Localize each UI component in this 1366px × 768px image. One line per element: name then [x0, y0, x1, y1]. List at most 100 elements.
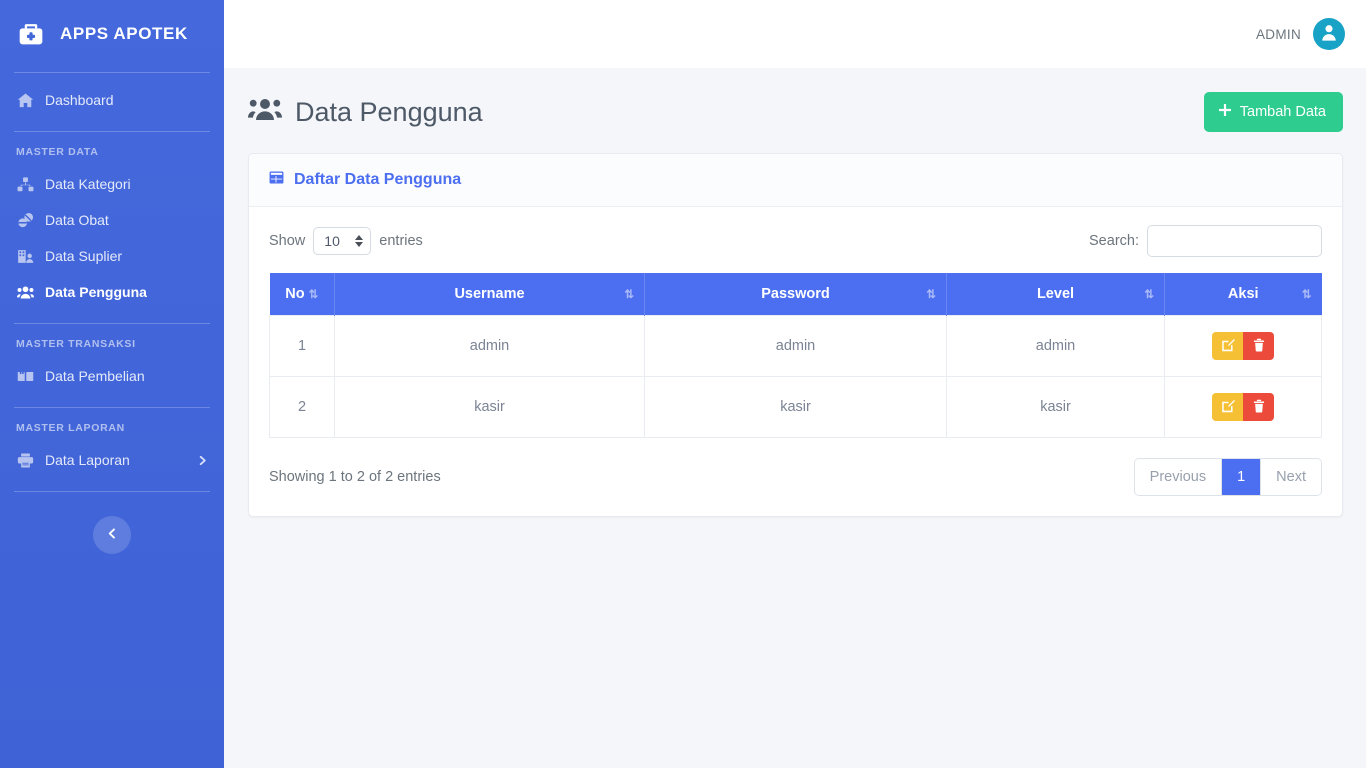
entries-select[interactable]: 10 [313, 227, 372, 255]
topbar-username: ADMIN [1256, 26, 1301, 42]
sort-updown-icon: ⇅ [624, 289, 634, 301]
sort-updown-icon: ⇅ [1144, 289, 1154, 301]
sidebar-section-master-data: MASTER DATA [16, 146, 99, 158]
sidebar-item-label: Data Kategori [45, 176, 131, 192]
trash-icon [1252, 399, 1266, 416]
column-label: Username [454, 286, 525, 302]
table-info: Showing 1 to 2 of 2 entries [269, 469, 441, 485]
sidebar-item-label: Data Laporan [45, 452, 130, 468]
column-header-no[interactable]: No ⇅ [269, 273, 335, 316]
main-area: ADMIN Data Pengguna Tambah Data Daftar D… [224, 0, 1366, 768]
datatable-controls: Show 10 entries Search: [269, 225, 1322, 257]
book-open-icon [16, 367, 34, 385]
table-row: 2 kasir kasir kasir [269, 376, 1322, 438]
app-root: APPS APOTEK Dashboard MASTER DATA Data K… [0, 0, 1366, 768]
table-header-row: No ⇅ Username ⇅ Password ⇅ Level ⇅ Aksi … [269, 273, 1322, 316]
entries-select-value: 10 [324, 233, 340, 249]
home-icon [16, 91, 34, 109]
pagination-page-1[interactable]: 1 [1222, 459, 1262, 495]
pagination-previous[interactable]: Previous [1134, 459, 1223, 495]
building-user-icon [16, 247, 34, 265]
edit-button[interactable] [1212, 393, 1243, 421]
column-label: Level [1036, 286, 1075, 302]
pagination-next[interactable]: Next [1261, 459, 1321, 495]
sidebar-section-master-transaksi: MASTER TRANSAKSI [16, 338, 136, 350]
sidebar-divider-5 [14, 491, 210, 492]
user-circle-icon [1319, 22, 1339, 47]
column-header-level[interactable]: Level ⇅ [946, 273, 1165, 316]
row-action-group [1212, 393, 1274, 421]
sidebar-item-label: Data Pembelian [45, 368, 145, 384]
sidebar-item-data-suplier[interactable]: Data Suplier [0, 238, 224, 274]
sidebar-item-data-pembelian[interactable]: Data Pembelian [0, 358, 224, 394]
cell-aksi [1164, 315, 1322, 377]
page-header: Data Pengguna Tambah Data [248, 92, 1343, 132]
search-label: Search: [1089, 233, 1139, 249]
users-icon [16, 283, 34, 301]
edit-pencil-square-icon [1221, 399, 1235, 416]
column-label: No [285, 286, 305, 302]
sidebar-item-label: Data Obat [45, 212, 109, 228]
sidebar-section-master-laporan: MASTER LAPORAN [16, 422, 125, 434]
page-title: Data Pengguna [248, 96, 483, 129]
column-label: Password [761, 286, 830, 302]
trash-icon [1252, 338, 1266, 355]
cell-username: kasir [334, 376, 645, 438]
brand[interactable]: APPS APOTEK [0, 0, 224, 68]
avatar[interactable] [1313, 18, 1345, 50]
cell-password: admin [644, 315, 947, 377]
length-label-after: entries [379, 233, 423, 249]
cubes-icon [16, 175, 34, 193]
cell-username: admin [334, 315, 645, 377]
delete-button[interactable] [1243, 393, 1274, 421]
row-action-group [1212, 332, 1274, 360]
content: Data Pengguna Tambah Data Daftar Data Pe… [224, 68, 1366, 517]
sidebar-item-label: Dashboard [45, 92, 114, 108]
edit-button[interactable] [1212, 332, 1243, 360]
cell-aksi [1164, 376, 1322, 438]
search-control: Search: [1089, 225, 1322, 257]
card-header: Daftar Data Pengguna [249, 154, 1342, 207]
sidebar-collapse-wrap [0, 516, 224, 554]
users-icon [248, 96, 282, 129]
delete-button[interactable] [1243, 332, 1274, 360]
users-table: No ⇅ Username ⇅ Password ⇅ Level ⇅ Aksi … [269, 273, 1322, 438]
sort-updown-icon: ⇅ [1301, 289, 1312, 301]
sidebar-collapse-button[interactable] [93, 516, 131, 554]
sidebar-item-data-obat[interactable]: Data Obat [0, 202, 224, 238]
table-head: No ⇅ Username ⇅ Password ⇅ Level ⇅ Aksi … [269, 273, 1322, 316]
sidebar-item-label: Data Pengguna [45, 284, 147, 300]
add-data-button[interactable]: Tambah Data [1203, 92, 1343, 132]
sort-updown-icon: ⇅ [308, 289, 319, 301]
column-header-username[interactable]: Username ⇅ [334, 273, 645, 316]
cell-level: kasir [946, 376, 1165, 438]
topbar: ADMIN [224, 0, 1366, 68]
column-label: Aksi [1227, 286, 1259, 302]
table-row: 1 admin admin admin [269, 315, 1322, 377]
add-data-label: Tambah Data [1239, 104, 1326, 120]
length-control: Show 10 entries [269, 227, 423, 255]
sidebar-item-data-laporan[interactable]: Data Laporan [0, 442, 224, 478]
cell-no: 2 [269, 376, 335, 438]
sort-arrows-icon [355, 235, 364, 247]
edit-pencil-square-icon [1221, 338, 1235, 355]
medical-kit-icon [14, 17, 48, 51]
chevron-left-icon [106, 527, 119, 543]
data-card: Daftar Data Pengguna Show 10 entries Sea… [248, 153, 1343, 517]
card-header-title: Daftar Data Pengguna [294, 171, 462, 188]
card-body: Show 10 entries Search: No ⇅ Username ⇅ … [249, 207, 1342, 516]
column-header-password[interactable]: Password ⇅ [644, 273, 947, 316]
pills-icon [16, 211, 34, 229]
printer-icon [16, 451, 34, 469]
brand-name: APPS APOTEK [60, 24, 188, 43]
sort-updown-icon: ⇅ [926, 289, 936, 301]
sidebar-item-label: Data Suplier [45, 248, 123, 264]
sidebar-item-data-pengguna[interactable]: Data Pengguna [0, 274, 224, 310]
sidebar-item-dashboard[interactable]: Dashboard [0, 82, 224, 118]
pagination: Previous 1 Next [1133, 458, 1322, 496]
sidebar-item-data-kategori[interactable]: Data Kategori [0, 166, 224, 202]
sidebar: APPS APOTEK Dashboard MASTER DATA Data K… [0, 0, 224, 768]
page-title-text: Data Pengguna [295, 96, 483, 127]
search-input[interactable] [1147, 225, 1322, 257]
column-header-aksi[interactable]: Aksi ⇅ [1164, 273, 1322, 316]
